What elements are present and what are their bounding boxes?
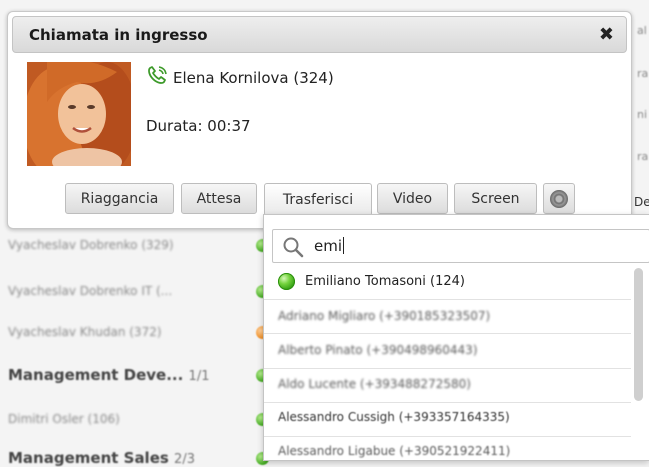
caller-avatar [27,62,131,166]
close-icon[interactable]: ✖ [599,24,614,45]
divider [264,436,631,437]
caller-name: Elena Kornilova (324) [173,69,334,87]
clipped-text: ni [637,108,648,121]
call-duration: Durata: 00:37 [146,117,251,135]
clipped-text: De [634,195,649,209]
call-title: Chiamata in ingresso [29,26,208,44]
contact-row[interactable]: Vyacheslav Khudan (372) [8,325,162,339]
clipped-text: al [637,24,647,37]
result-item[interactable]: Alberto Pinato (+390498960443) [278,343,478,357]
hold-button[interactable]: Attesa [181,183,257,214]
search-icon [283,237,304,258]
group-row[interactable]: Management Sales 2/3 [8,449,195,467]
clipped-text: ra [637,67,649,80]
video-button[interactable]: Video [377,183,448,214]
result-item[interactable]: Alessandro Ligabue (+390521922411) [278,444,510,458]
contact-row[interactable]: Vyacheslav Dobrenko IT (... [8,284,172,298]
result-item[interactable]: Adriano Migliaro (+390185323507) [278,309,490,323]
divider [264,299,631,300]
divider [264,333,631,334]
transfer-dropdown: emi Emiliano Tomasoni (124) Adriano Migl… [263,214,649,461]
call-header: Chiamata in ingresso ✖ [12,16,627,53]
group-count: 2/3 [174,452,195,467]
hangup-button[interactable]: Riaggancia [65,183,174,214]
result-item[interactable]: Aldo Lucente (+393488272580) [278,377,471,391]
group-row[interactable]: Management Deve... 1/1 [8,366,209,384]
result-item[interactable]: Emiliano Tomasoni (124) [305,274,465,289]
result-item[interactable]: Alessandro Cussigh (+393357164335) [278,410,510,424]
screen-button[interactable]: Screen [454,183,537,214]
online-status-icon [278,273,295,290]
contact-row[interactable]: Dimitri Osler (106) [8,412,120,426]
group-name: Management Deve... [8,366,184,384]
divider [264,402,631,403]
record-button[interactable] [543,183,575,214]
group-name: Management Sales [8,449,169,467]
scrollbar-thumb[interactable] [634,268,643,401]
incoming-call-panel: Chiamata in ingresso ✖ Elena Kornilova (… [7,11,632,229]
divider [264,368,631,369]
phone-handset-icon [148,66,167,84]
transfer-button[interactable]: Trasferisci [264,183,372,216]
clipped-text: ra [637,150,649,163]
search-value: emi [314,237,345,255]
group-count: 1/1 [188,369,210,384]
contact-row[interactable]: Vyacheslav Dobrenko (329) [8,238,174,252]
transfer-search-input[interactable]: emi [272,229,649,263]
record-icon [550,189,568,208]
